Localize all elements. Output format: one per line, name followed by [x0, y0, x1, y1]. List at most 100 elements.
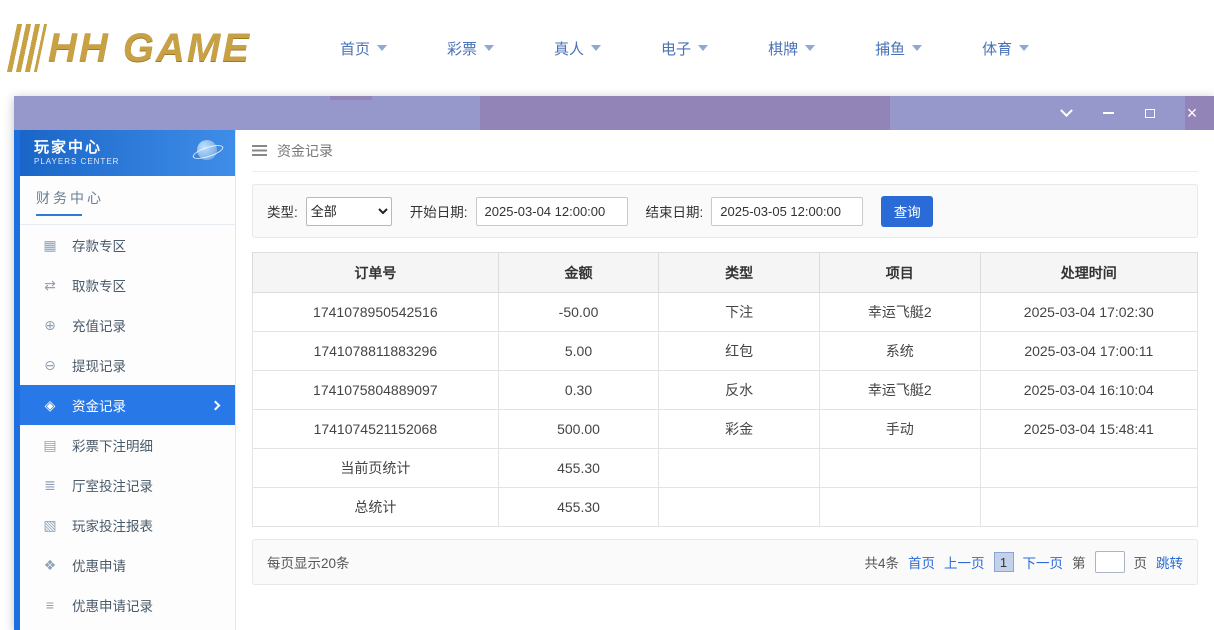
sidebar-item-fund-records[interactable]: ◈ 资金记录 [20, 385, 235, 425]
col-header-type: 类型 [659, 253, 820, 293]
type-select[interactable]: 全部 [306, 197, 392, 226]
logo-text: HH GAME [48, 26, 251, 71]
top-navbar: HH GAME 首页 彩票 真人 电子 棋牌 捕鱼 体育 [0, 0, 1214, 96]
main-content: 资金记录 类型: 全部 开始日期: 结束日期: 查询 订单号 [236, 130, 1214, 630]
sidebar-item-label: 提现记录 [72, 355, 126, 375]
cell-amount: 455.30 [498, 449, 659, 488]
nav-label: 首页 [340, 38, 370, 59]
recharge-icon: ⊕ [42, 317, 58, 334]
page-size-text: 每页显示20条 [267, 552, 350, 572]
cell-empty [819, 488, 980, 527]
sidebar-item-promo-apply[interactable]: ❖ 优惠申请 [20, 545, 235, 585]
fund-records-table: 订单号 金额 类型 项目 处理时间 1741078950542516 -50.0… [252, 252, 1198, 527]
table-row: 1741075804889097 0.30 反水 幸运飞艇2 2025-03-0… [253, 371, 1198, 410]
col-header-time: 处理时间 [980, 253, 1197, 293]
section-underline [36, 214, 82, 216]
promo-icon: ❖ [42, 557, 58, 574]
jump-button[interactable]: 跳转 [1156, 552, 1183, 572]
sidebar-item-label: 资金记录 [72, 395, 126, 415]
hall-bet-icon: ≣ [42, 477, 58, 494]
chevron-down-icon [591, 45, 601, 51]
col-header-amount: 金额 [498, 253, 659, 293]
query-button[interactable]: 查询 [881, 196, 933, 227]
sidebar-item-promo-apply-records[interactable]: ≡ 优惠申请记录 [20, 585, 235, 625]
table-row: 1741074521152068 500.00 彩金 手动 2025-03-04… [253, 410, 1198, 449]
lottery-detail-icon: ▤ [42, 437, 58, 454]
table-row-page-total: 当前页统计 455.30 [253, 449, 1198, 488]
cell-order: 1741078950542516 [253, 293, 499, 332]
jump-suffix: 页 [1134, 552, 1148, 572]
end-date-input[interactable] [711, 197, 863, 226]
cell-empty [980, 449, 1197, 488]
cell-amount: -50.00 [498, 293, 659, 332]
cell-item: 幸运飞艇2 [819, 371, 980, 410]
cell-amount: 5.00 [498, 332, 659, 371]
nav-item-electronic[interactable]: 电子 [661, 38, 708, 59]
fund-record-icon: ◈ [42, 397, 58, 414]
logo: HH GAME [12, 24, 292, 72]
nav-item-chess[interactable]: 棋牌 [768, 38, 815, 59]
nav-label: 真人 [554, 38, 584, 59]
sidebar-item-deposit-zone[interactable]: ▦ 存款专区 [20, 225, 235, 265]
cell-amount: 455.30 [498, 488, 659, 527]
maximize-icon[interactable] [1142, 105, 1158, 121]
table-footer: 每页显示20条 共4条 首页 上一页 1 下一页 第 页 跳转 [252, 539, 1198, 585]
chevron-right-icon [211, 400, 221, 410]
withdraw-record-icon: ⊖ [42, 357, 58, 374]
cell-type: 反水 [659, 371, 820, 410]
table-row-grand-total: 总统计 455.30 [253, 488, 1198, 527]
nav-item-sports[interactable]: 体育 [982, 38, 1029, 59]
collapse-icon[interactable] [1058, 105, 1074, 121]
table-header-row: 订单号 金额 类型 项目 处理时间 [253, 253, 1198, 293]
chevron-down-icon [912, 45, 922, 51]
sidebar-menu: ▦ 存款专区 ⇄ 取款专区 ⊕ 充值记录 ⊖ 提现记录 ◈ 资金记录 [20, 225, 235, 625]
nav-label: 体育 [982, 38, 1012, 59]
sidebar-item-recharge-records[interactable]: ⊕ 充值记录 [20, 305, 235, 345]
prev-page-link[interactable]: 上一页 [944, 552, 985, 572]
type-label: 类型: [267, 201, 298, 221]
nav-label: 棋牌 [768, 38, 798, 59]
current-page[interactable]: 1 [994, 552, 1014, 572]
chevron-down-icon [805, 45, 815, 51]
start-date-label: 开始日期: [410, 201, 468, 221]
nav-item-lottery[interactable]: 彩票 [447, 38, 494, 59]
sidebar-item-label: 充值记录 [72, 315, 126, 335]
main-nav: 首页 彩票 真人 电子 棋牌 捕鱼 体育 [340, 38, 1029, 59]
sidebar-item-player-bet-report[interactable]: ▧ 玩家投注报表 [20, 505, 235, 545]
sidebar-item-label: 玩家投注报表 [72, 515, 153, 535]
start-date-input[interactable] [476, 197, 628, 226]
menu-toggle-icon[interactable] [252, 145, 267, 156]
sidebar-item-withdraw-records[interactable]: ⊖ 提现记录 [20, 345, 235, 385]
chevron-down-icon [484, 45, 494, 51]
sidebar-item-label: 存款专区 [72, 235, 126, 255]
page-title: 资金记录 [277, 141, 333, 161]
window-titlebar: × [14, 96, 1214, 130]
nav-item-fishing[interactable]: 捕鱼 [875, 38, 922, 59]
cell-type: 下注 [659, 293, 820, 332]
sidebar-section-finance: 财务中心 [20, 176, 235, 225]
deposit-icon: ▦ [42, 237, 58, 254]
table-row: 1741078811883296 5.00 红包 系统 2025-03-04 1… [253, 332, 1198, 371]
cell-label: 当前页统计 [253, 449, 499, 488]
sidebar-item-withdraw-zone[interactable]: ⇄ 取款专区 [20, 265, 235, 305]
close-icon[interactable]: × [1184, 105, 1200, 121]
cell-time: 2025-03-04 17:02:30 [980, 293, 1197, 332]
nav-label: 彩票 [447, 38, 477, 59]
sidebar: 玩家中心 PLAYERS CENTER 财务中心 ▦ 存款专区 ⇄ 取款专区 ⊕ [20, 130, 236, 630]
nav-item-home[interactable]: 首页 [340, 38, 387, 59]
promo-record-icon: ≡ [42, 597, 58, 613]
sidebar-item-hall-bet-records[interactable]: ≣ 厅室投注记录 [20, 465, 235, 505]
first-page-link[interactable]: 首页 [908, 552, 935, 572]
report-icon: ▧ [42, 517, 58, 534]
minimize-icon[interactable] [1100, 105, 1116, 121]
withdraw-icon: ⇄ [42, 277, 58, 294]
col-header-item: 项目 [819, 253, 980, 293]
cell-time: 2025-03-04 16:10:04 [980, 371, 1197, 410]
sidebar-item-lottery-bet-details[interactable]: ▤ 彩票下注明细 [20, 425, 235, 465]
cell-time: 2025-03-04 15:48:41 [980, 410, 1197, 449]
next-page-link[interactable]: 下一页 [1023, 552, 1064, 572]
page-jump-input[interactable] [1095, 551, 1125, 573]
nav-item-live[interactable]: 真人 [554, 38, 601, 59]
col-header-order: 订单号 [253, 253, 499, 293]
chevron-down-icon [698, 45, 708, 51]
